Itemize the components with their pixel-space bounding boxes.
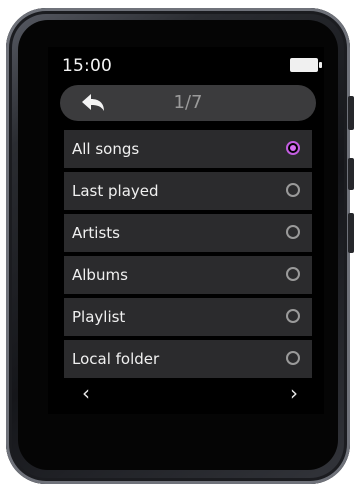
menu-item-last-played[interactable]: Last played [64, 172, 312, 210]
page-navigation: ‹ › [64, 381, 312, 405]
chevron-right-icon[interactable]: › [282, 381, 306, 405]
radio-unselected-icon[interactable] [286, 309, 300, 323]
radio-unselected-icon[interactable] [286, 183, 300, 197]
menu-item-label: All songs [72, 140, 140, 158]
clock-time: 15:00 [62, 56, 112, 76]
menu-item-label: Artists [72, 224, 120, 242]
chevron-left-icon[interactable]: ‹ [74, 381, 98, 405]
radio-unselected-icon[interactable] [286, 351, 300, 365]
page-indicator: 1/7 [173, 92, 203, 113]
screen: 15:00 1/7 All songs Last played Artists … [48, 47, 324, 414]
menu-item-artists[interactable]: Artists [64, 214, 312, 252]
side-button-bottom[interactable] [348, 213, 354, 253]
side-button-middle[interactable] [348, 158, 354, 190]
menu-item-local-folder[interactable]: Local folder [64, 340, 312, 378]
side-button-top[interactable] [348, 96, 354, 130]
menu-item-playlist[interactable]: Playlist [64, 298, 312, 336]
music-menu-list: All songs Last played Artists Albums Pla… [64, 130, 312, 382]
status-bar: 15:00 [48, 47, 324, 85]
menu-item-label: Albums [72, 266, 128, 284]
menu-item-label: Local folder [72, 350, 160, 368]
menu-item-all-songs[interactable]: All songs [64, 130, 312, 168]
radio-unselected-icon[interactable] [286, 225, 300, 239]
header-bar: 1/7 [60, 85, 316, 121]
battery-full-icon [290, 58, 322, 72]
menu-item-label: Playlist [72, 308, 126, 326]
menu-item-label: Last played [72, 182, 159, 200]
radio-unselected-icon[interactable] [286, 267, 300, 281]
menu-item-albums[interactable]: Albums [64, 256, 312, 294]
radio-selected-icon[interactable] [286, 141, 300, 155]
